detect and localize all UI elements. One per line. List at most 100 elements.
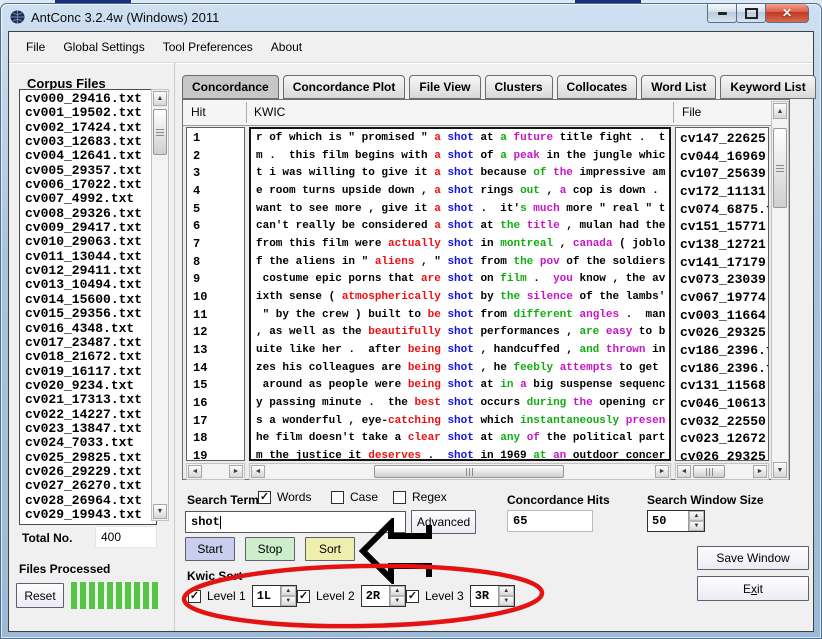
checkbox-words[interactable]: ✓ <box>258 491 271 504</box>
maximize-button[interactable] <box>736 4 766 23</box>
menu-item-global-settings[interactable]: Global Settings <box>54 37 153 57</box>
corpus-file-item[interactable]: cv020_9234.txt <box>25 379 156 393</box>
kwic-row[interactable]: " by the crew ) built to be shot from di… <box>256 307 669 325</box>
scroll-right-button[interactable]: ► <box>655 465 669 478</box>
save-window-button[interactable]: Save Window <box>697 546 809 570</box>
kwic-row[interactable]: want to see more , give it a shot . it's… <box>256 201 669 219</box>
title-bar[interactable]: AntConc 3.2.4w (Windows) 2011 ✕ <box>1 4 821 31</box>
file-row[interactable]: cv023_12672. <box>680 430 768 448</box>
scroll-up-button[interactable]: ▲ <box>153 91 167 106</box>
spinner-down-button[interactable]: ▼ <box>689 521 704 531</box>
scroll-up-button[interactable]: ▲ <box>773 103 787 119</box>
file-row[interactable]: cv107_25639. <box>680 165 768 183</box>
kwic-hscrollbar[interactable]: ◄ ► <box>249 463 671 480</box>
kwic-row[interactable]: ixth sense ( atmospherically shot by the… <box>256 289 669 307</box>
search-input[interactable]: shot <box>185 511 406 533</box>
corpus-file-item[interactable]: cv009_29417.txt <box>25 221 156 235</box>
search-window-size-spinner[interactable]: 50 ▲ ▼ <box>647 510 705 532</box>
file-row[interactable]: cv151_15771. <box>680 218 768 236</box>
checkbox-level-3[interactable]: ✓ <box>406 590 419 603</box>
spinner-level-3[interactable]: 3R▲▼ <box>470 585 515 607</box>
kwic-row[interactable]: , as well as the beautifully shot perfor… <box>256 324 669 342</box>
spinner-up-button[interactable]: ▲ <box>390 586 405 596</box>
tab-file-view[interactable]: File View <box>409 75 480 99</box>
corpus-file-item[interactable]: cv007_4992.txt <box>25 192 156 206</box>
kwic-hscrollbar-thumb[interactable] <box>374 465 564 478</box>
tab-concordance-plot[interactable]: Concordance Plot <box>283 75 406 99</box>
corpus-file-item[interactable]: cv015_29356.txt <box>25 307 156 321</box>
scroll-left-button[interactable]: ◄ <box>677 465 691 478</box>
file-row[interactable]: cv172_11131. <box>680 183 768 201</box>
menu-item-file[interactable]: File <box>17 37 54 57</box>
stop-button[interactable]: Stop <box>245 537 295 561</box>
hit-hscrollbar[interactable]: ◄ ► <box>186 463 245 480</box>
corpus-file-item[interactable]: cv006_17022.txt <box>25 178 156 192</box>
spinner-level-1[interactable]: 1L▲▼ <box>252 585 297 607</box>
scroll-down-button[interactable]: ▼ <box>153 504 167 519</box>
kwic-row[interactable]: around as people were being shot at in a… <box>256 377 669 395</box>
corpus-file-item[interactable]: cv005_29357.txt <box>25 164 156 178</box>
corpus-scrollbar[interactable]: ▲ ▼ <box>151 89 169 521</box>
spinner-up-button[interactable]: ▲ <box>281 586 296 596</box>
corpus-file-item[interactable]: cv001_19502.txt <box>25 106 156 120</box>
spinner-up-button[interactable]: ▲ <box>499 586 514 596</box>
scroll-left-button[interactable]: ◄ <box>188 465 202 478</box>
corpus-file-item[interactable]: cv027_26270.txt <box>25 479 156 493</box>
scroll-right-button[interactable]: ► <box>229 465 243 478</box>
file-row[interactable]: cv026_29325. <box>680 448 768 461</box>
kwic-row[interactable]: he film doesn't take a clear shot at any… <box>256 430 669 448</box>
checkbox-level-2[interactable]: ✓ <box>297 590 310 603</box>
menu-item-about[interactable]: About <box>262 37 311 57</box>
file-row[interactable]: cv186_2396.t <box>680 360 768 378</box>
file-row[interactable]: cv074_6875.t <box>680 201 768 219</box>
kwic-list[interactable]: r of which is " promised " a shot at a f… <box>249 127 671 461</box>
corpus-files-list[interactable]: cv000_29416.txtcv001_19502.txtcv002_1742… <box>19 89 157 525</box>
corpus-file-item[interactable]: cv002_17424.txt <box>25 121 156 135</box>
start-button[interactable]: Start <box>185 537 235 561</box>
kwic-row[interactable]: from this film were actually shot in mon… <box>256 236 669 254</box>
corpus-file-item[interactable]: cv014_15600.txt <box>25 293 156 307</box>
file-row[interactable]: cv032_22550. <box>680 413 768 431</box>
file-hscrollbar[interactable]: ◄ ► <box>675 463 769 480</box>
menu-item-tool-preferences[interactable]: Tool Preferences <box>154 37 262 57</box>
corpus-file-item[interactable]: cv017_23487.txt <box>25 336 156 350</box>
spinner-up-button[interactable]: ▲ <box>689 511 704 521</box>
corpus-file-item[interactable]: cv004_12641.txt <box>25 149 156 163</box>
scroll-left-button[interactable]: ◄ <box>251 465 265 478</box>
file-list[interactable]: cv147_22625.cv044_16969.cv107_25639.cv17… <box>675 127 769 461</box>
file-row[interactable]: cv186_2396.t <box>680 342 768 360</box>
kwic-row[interactable]: s a wonderful , eye-catching shot which … <box>256 413 669 431</box>
kwic-row[interactable]: f the aliens in " aliens , " shot from t… <box>256 254 669 272</box>
file-row[interactable]: cv003_11664. <box>680 307 768 325</box>
file-row[interactable]: cv138_12721. <box>680 236 768 254</box>
file-row[interactable]: cv044_16969. <box>680 148 768 166</box>
file-row[interactable]: cv046_10613. <box>680 395 768 413</box>
kwic-row[interactable]: e room turns upside down , a shot rings … <box>256 183 669 201</box>
file-row[interactable]: cv067_19774. <box>680 289 768 307</box>
corpus-file-item[interactable]: cv012_29411.txt <box>25 264 156 278</box>
kwic-row[interactable]: costume epic porns that are shot on film… <box>256 271 669 289</box>
kwic-row[interactable]: m . this film begins with a shot of a pe… <box>256 148 669 166</box>
kwic-row[interactable]: zes his colleagues are being shot , he f… <box>256 360 669 378</box>
corpus-file-item[interactable]: cv018_21672.txt <box>25 350 156 364</box>
corpus-file-item[interactable]: cv008_29326.txt <box>25 207 156 221</box>
hit-list[interactable]: 12345678910111213141516171819 <box>186 127 245 461</box>
corpus-file-item[interactable]: cv019_16117.txt <box>25 365 156 379</box>
corpus-file-item[interactable]: cv013_10494.txt <box>25 278 156 292</box>
close-button[interactable]: ✕ <box>765 4 809 23</box>
kwic-row[interactable]: r of which is " promised " a shot at a f… <box>256 130 669 148</box>
spinner-down-button[interactable]: ▼ <box>390 596 405 606</box>
minimize-button[interactable] <box>707 4 737 23</box>
file-row[interactable]: cv073_23039. <box>680 271 768 289</box>
file-row[interactable]: cv147_22625. <box>680 130 768 148</box>
corpus-file-item[interactable]: cv024_7033.txt <box>25 436 156 450</box>
corpus-file-item[interactable]: cv022_14227.txt <box>25 408 156 422</box>
file-hscrollbar-thumb[interactable] <box>693 465 725 478</box>
reset-button[interactable]: Reset <box>16 583 64 608</box>
spinner-down-button[interactable]: ▼ <box>281 596 296 606</box>
corpus-file-item[interactable]: cv026_29229.txt <box>25 465 156 479</box>
corpus-file-item[interactable]: cv011_13044.txt <box>25 250 156 264</box>
tab-keyword-list[interactable]: Keyword List <box>720 75 815 99</box>
corpus-file-item[interactable]: cv010_29063.txt <box>25 235 156 249</box>
corpus-scrollbar-thumb[interactable] <box>153 109 167 155</box>
